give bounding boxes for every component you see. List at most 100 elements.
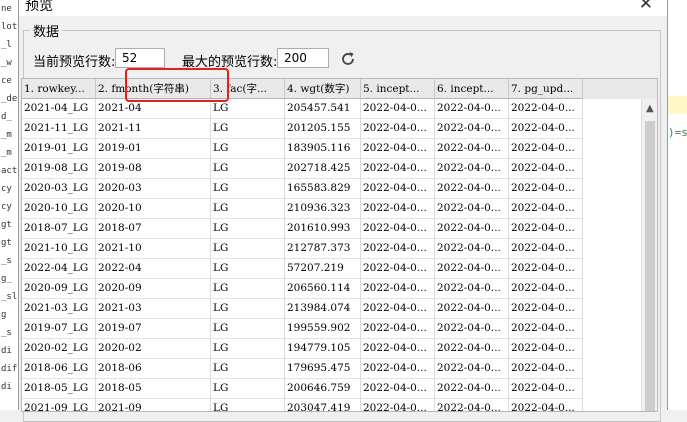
table-cell: 2022-04-0... bbox=[435, 99, 509, 119]
table-cell: 2022-04-0... bbox=[509, 119, 583, 139]
table-cell: LG bbox=[211, 359, 285, 379]
table-cell: 199559.902 bbox=[285, 319, 361, 339]
table-cell: 2022-04-0... bbox=[361, 179, 435, 199]
refresh-icon[interactable] bbox=[339, 50, 357, 68]
vertical-scrollbar[interactable]: ▲ bbox=[641, 99, 657, 411]
table-row[interactable]: 2018-05_LG 2018-05 LG 200646.759 2022-04-0..… bbox=[22, 379, 583, 399]
table-row[interactable]: 2020-10_LG 2020-10 LG 210936.323 2022-04-0..… bbox=[22, 199, 583, 219]
table-cell: 2022-04-0... bbox=[509, 279, 583, 299]
table-cell: 2020-03_LG bbox=[22, 179, 96, 199]
table-cell: LG bbox=[211, 199, 285, 219]
table-cell: 203047.419 bbox=[285, 399, 361, 411]
table-row[interactable]: 2021-04_LG 2021-04 LG 205457.541 2022-04-0..… bbox=[22, 99, 583, 119]
background-code-line: _m bbox=[1, 130, 12, 140]
scrollbar-thumb[interactable] bbox=[645, 121, 655, 411]
background-code-line: lot bbox=[1, 22, 18, 32]
table-cell: 2018-07 bbox=[96, 219, 211, 239]
column-header[interactable]: 7. pg_upd... bbox=[509, 79, 583, 99]
background-code-line: g_ bbox=[1, 274, 12, 284]
table-cell: 2018-05 bbox=[96, 379, 211, 399]
table-cell: LG bbox=[211, 279, 285, 299]
table-row[interactable]: 2022-04_LG 2022-04 LG 57207.219 2022-04-0...… bbox=[22, 259, 583, 279]
table-row[interactable]: 2021-10_LG 2021-10 LG 212787.373 2022-04-0..… bbox=[22, 239, 583, 259]
table-cell: 2022-04-0... bbox=[509, 159, 583, 179]
table-row[interactable]: 2018-07_LG 2018-07 LG 201610.993 2022-04-0..… bbox=[22, 219, 583, 239]
background-code-line: ce bbox=[1, 76, 12, 86]
table-cell: 2022-04-0... bbox=[361, 259, 435, 279]
table-cell: 2022-04-0... bbox=[361, 239, 435, 259]
table-cell: 2021-10 bbox=[96, 239, 211, 259]
table-row[interactable]: 2021-03_LG 2021-03 LG 213984.074 2022-04-0..… bbox=[22, 299, 583, 319]
table-cell: 2019-07_LG bbox=[22, 319, 96, 339]
table-cell: 2022-04-0... bbox=[361, 319, 435, 339]
background-code-line: d_ bbox=[1, 112, 12, 122]
table-cell: 2021-09 bbox=[96, 399, 211, 411]
table-row[interactable]: 2018-06_LG 2018-06 LG 179695.475 2022-04-0..… bbox=[22, 359, 583, 379]
table-cell: 2022-04-0... bbox=[509, 139, 583, 159]
table-row[interactable]: 2019-01_LG 2019-01 LG 183905.116 2022-04-0..… bbox=[22, 139, 583, 159]
table-cell: 2019-08 bbox=[96, 159, 211, 179]
table-cell: 2022-04-0... bbox=[361, 379, 435, 399]
background-code-panel: ne lot _l _w ce _de d_ _m _m act cy cy gt gt _s g_ _sl g _… bbox=[0, 0, 19, 410]
table-cell: 200646.759 bbox=[285, 379, 361, 399]
table-cell: 2022-04-0... bbox=[509, 219, 583, 239]
current-rows-field[interactable]: 52 bbox=[115, 48, 165, 68]
column-header[interactable]: 4. wgt(数字) bbox=[285, 79, 361, 99]
column-header[interactable]: 1. rowkey... bbox=[22, 79, 96, 99]
table-cell: 2018-06_LG bbox=[22, 359, 96, 379]
column-header[interactable]: 6. incept... bbox=[435, 79, 509, 99]
table-cell: 2022-04-0... bbox=[509, 239, 583, 259]
table-row[interactable]: 2020-03_LG 2020-03 LG 165583.829 2022-04-0..… bbox=[22, 179, 583, 199]
highlighted-line bbox=[666, 96, 687, 114]
close-icon[interactable]: ✕ bbox=[639, 0, 653, 14]
table-cell: 2019-01 bbox=[96, 139, 211, 159]
background-code-text: )=s bbox=[668, 126, 687, 139]
table-cell: 2022-04-0... bbox=[361, 199, 435, 219]
table-cell: 2022-04-0... bbox=[509, 339, 583, 359]
table-cell: 179695.475 bbox=[285, 359, 361, 379]
column-header[interactable]: 5. incept... bbox=[361, 79, 435, 99]
table-cell: 2022-04-0... bbox=[361, 339, 435, 359]
table-cell: 2022-04-0... bbox=[435, 319, 509, 339]
table-cell: 2020-02_LG bbox=[22, 339, 96, 359]
table-row[interactable]: 2021-11_LG 2021-11 LG 201205.155 2022-04-0..… bbox=[22, 119, 583, 139]
table-cell: LG bbox=[211, 159, 285, 179]
table-row[interactable]: 2019-07_LG 2019-07 LG 199559.902 2022-04-0..… bbox=[22, 319, 583, 339]
table-cell: 2020-09 bbox=[96, 279, 211, 299]
table-cell: 2022-04-0... bbox=[361, 279, 435, 299]
table-cell: 2022-04-0... bbox=[435, 339, 509, 359]
table-cell: 2020-03 bbox=[96, 179, 211, 199]
table-cell: 2018-05_LG bbox=[22, 379, 96, 399]
table-cell: 2020-10 bbox=[96, 199, 211, 219]
table-cell: 2020-09_LG bbox=[22, 279, 96, 299]
column-highlight-box bbox=[125, 68, 229, 102]
table-cell: LG bbox=[211, 119, 285, 139]
table-cell: LG bbox=[211, 399, 285, 411]
current-rows-label: 当前预览行数: bbox=[33, 55, 116, 70]
table-cell: 165583.829 bbox=[285, 179, 361, 199]
table-cell: 2022-04-0... bbox=[435, 199, 509, 219]
background-code-line: g bbox=[1, 310, 7, 320]
table-row[interactable]: 2020-02_LG 2020-02 LG 194779.105 2022-04-0..… bbox=[22, 339, 583, 359]
table-row[interactable]: 2021-09_LG 2021-09 LG 203047.419 2022-04-0..… bbox=[22, 399, 583, 411]
table-cell: 201610.993 bbox=[285, 219, 361, 239]
table-row[interactable]: 2019-08_LG 2019-08 LG 202718.425 2022-04-0..… bbox=[22, 159, 583, 179]
table-cell: 212787.373 bbox=[285, 239, 361, 259]
background-code-line: di bbox=[1, 382, 12, 392]
background-code-line: _sl bbox=[1, 292, 18, 302]
table-cell: 2021-10_LG bbox=[22, 239, 96, 259]
max-rows-field[interactable]: 200 bbox=[277, 48, 329, 68]
table-cell: 2021-03_LG bbox=[22, 299, 96, 319]
table-cell: 2022-04-0... bbox=[435, 159, 509, 179]
table-cell: 213984.074 bbox=[285, 299, 361, 319]
table-cell: 2022-04-0... bbox=[509, 179, 583, 199]
table-cell: 202718.425 bbox=[285, 159, 361, 179]
scroll-up-icon[interactable]: ▲ bbox=[646, 103, 654, 114]
table-cell: 2022-04-0... bbox=[361, 399, 435, 411]
preview-table: 1. rowkey... 2. fmonth(字符串) 3. fac(字... 4. … bbox=[21, 78, 658, 412]
table-row[interactable]: 2020-09_LG 2020-09 LG 206560.114 2022-04-0..… bbox=[22, 279, 583, 299]
background-code-line: act bbox=[1, 166, 18, 176]
background-code-line: _de bbox=[1, 94, 18, 104]
table-cell: LG bbox=[211, 139, 285, 159]
table-cell: LG bbox=[211, 239, 285, 259]
